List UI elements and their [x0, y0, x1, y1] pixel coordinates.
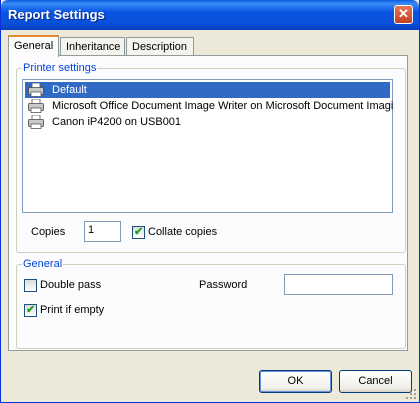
copies-input[interactable]: 1: [84, 221, 121, 242]
cancel-button-label: Cancel: [358, 375, 393, 387]
printer-name: Canon iP4200 on USB001: [52, 116, 182, 128]
cancel-button[interactable]: Cancel: [339, 370, 412, 393]
tab-general-label: General: [14, 40, 54, 52]
double-pass-checkbox[interactable]: [24, 279, 37, 292]
window-title: Report Settings: [8, 7, 105, 22]
printer-icon: [28, 115, 44, 129]
printer-name: Microsoft Office Document Image Writer o…: [52, 100, 394, 112]
print-if-empty-label: Print if empty: [40, 304, 105, 316]
checkmark-icon: ✔: [26, 304, 36, 316]
copies-value: 1: [88, 224, 95, 236]
close-icon: ✕: [398, 6, 409, 21]
tab-description-label: Description: [132, 41, 188, 53]
printer-settings-legend: Printer settings: [22, 62, 98, 74]
title-bar[interactable]: Report Settings ✕: [1, 0, 419, 30]
report-settings-window: Report Settings ✕ General Inheritance De…: [0, 0, 420, 403]
password-input[interactable]: [284, 274, 393, 295]
ok-button[interactable]: OK: [259, 370, 332, 393]
checkmark-icon: ✔: [134, 226, 144, 238]
double-pass-label: Double pass: [40, 279, 102, 291]
printer-name: Default: [52, 84, 87, 96]
general-legend: General: [22, 258, 64, 270]
tab-general[interactable]: General: [8, 35, 59, 57]
printer-item-default[interactable]: Default: [25, 82, 390, 98]
print-if-empty-checkbox[interactable]: ✔: [24, 304, 37, 317]
collate-copies-checkbox[interactable]: ✔: [132, 226, 145, 239]
copies-label: Copies: [31, 226, 66, 238]
tab-inheritance[interactable]: Inheritance: [60, 37, 125, 55]
tab-description[interactable]: Description: [126, 37, 194, 55]
resize-grip-icon[interactable]: [405, 388, 417, 400]
collate-copies-label: Collate copies: [148, 226, 218, 238]
password-label: Password: [199, 279, 248, 291]
printer-icon: [28, 99, 44, 113]
printer-list[interactable]: Default Microsoft Office Document Image …: [22, 79, 393, 213]
tab-inheritance-label: Inheritance: [66, 41, 121, 53]
ok-button-label: OK: [287, 375, 304, 387]
close-button[interactable]: ✕: [394, 5, 413, 24]
printer-icon: [28, 83, 44, 97]
